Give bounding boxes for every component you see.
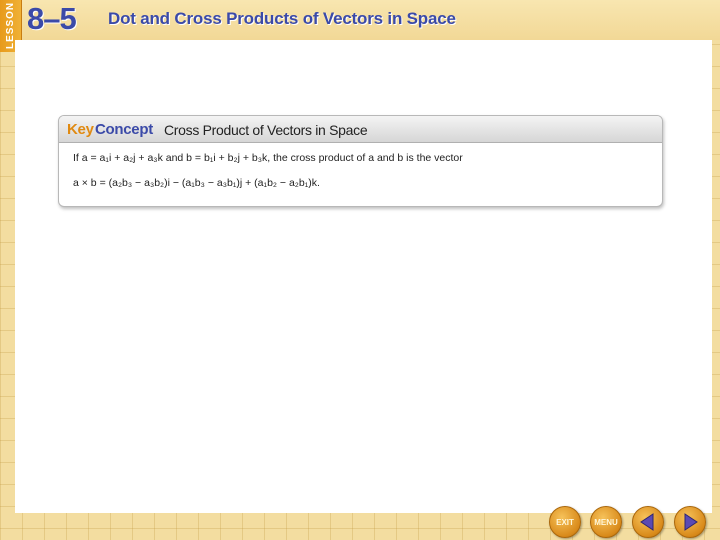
- key-concept-key-label: Key: [67, 121, 94, 138]
- next-button[interactable]: [674, 506, 706, 538]
- key-concept-header: Key Concept Cross Product of Vectors in …: [59, 116, 662, 143]
- exit-button-label: EXIT: [556, 518, 574, 527]
- key-concept-formula: a × b = (a₂b₃ − a₃b₂)i − (a₁b₃ − a₃b₁)j …: [73, 177, 320, 189]
- key-concept-box: Key Concept Cross Product of Vectors in …: [58, 115, 663, 207]
- content-page: [15, 40, 712, 513]
- lesson-title: Dot and Cross Products of Vectors in Spa…: [108, 9, 456, 28]
- menu-button-label: MENU: [594, 518, 618, 527]
- previous-button[interactable]: [632, 506, 664, 538]
- key-concept-title: Cross Product of Vectors in Space: [164, 122, 368, 138]
- triangle-left-icon: [640, 513, 654, 531]
- triangle-right-icon: [684, 513, 698, 531]
- key-concept-concept-label: Concept: [95, 121, 153, 138]
- exit-button[interactable]: EXIT: [549, 506, 581, 538]
- menu-button[interactable]: MENU: [590, 506, 622, 538]
- key-concept-definition: If a = a₁i + a₂j + a₃k and b = b₁i + b₂j…: [73, 152, 463, 164]
- lesson-header: LESSON 8–5 Dot and Cross Products of Vec…: [0, 0, 720, 52]
- lesson-number: 8–5: [27, 1, 77, 36]
